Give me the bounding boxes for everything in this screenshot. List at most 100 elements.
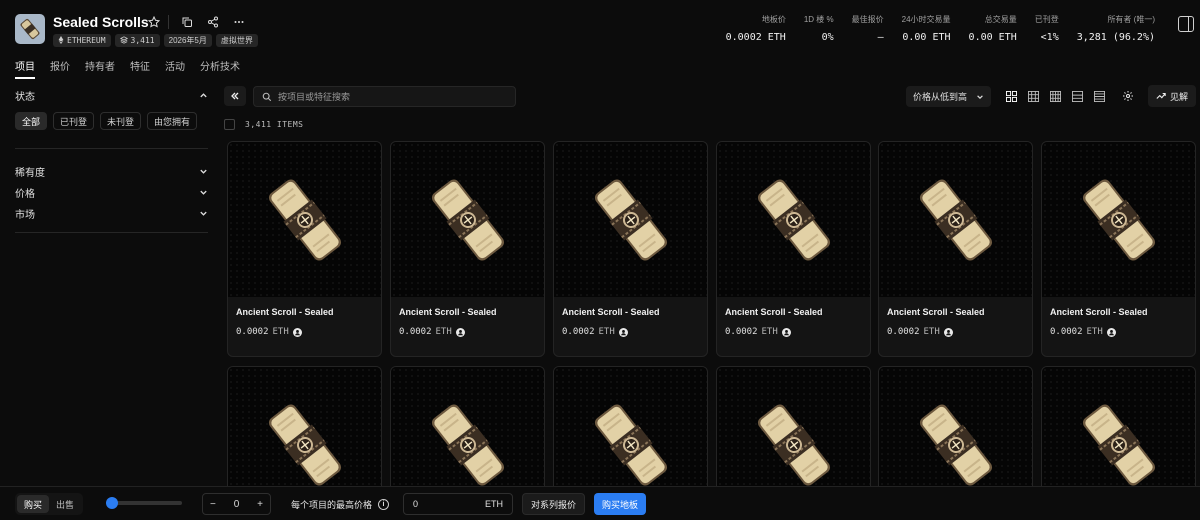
tab-activity[interactable]: 活动 [165,58,185,79]
stat-best-offer: 最佳报价 – [852,14,884,43]
nft-name: Ancient Scroll - Sealed [887,307,985,317]
nft-card[interactable] [390,366,545,486]
max-price-unit: ETH [485,499,503,509]
search-box[interactable] [253,86,516,107]
nft-card[interactable] [227,366,382,486]
collection-logo[interactable] [15,14,45,44]
nft-image[interactable] [717,142,870,297]
quantity-value[interactable]: 0 [234,499,240,510]
max-price-text: 每个项目的最高价格 [291,500,373,510]
max-price-input[interactable]: 0 ETH [403,493,513,515]
nft-image[interactable] [391,367,544,486]
divider [15,148,208,149]
divider [15,232,208,233]
nft-name: Ancient Scroll - Sealed [562,307,660,317]
tab-holders[interactable]: 持有者 [85,58,115,79]
market-filter[interactable]: 市场 [15,206,208,221]
copy-icon[interactable] [179,14,195,30]
category-chip[interactable]: 虚拟世界 [215,34,258,47]
tab-analytics[interactable]: 分析技术 [200,58,240,79]
nft-image[interactable] [1042,142,1195,297]
info-icon[interactable]: i [378,499,390,510]
nft-image[interactable] [879,142,1032,297]
items-summary: 3,411 ITEMS [224,119,303,130]
tab-traits[interactable]: 特征 [130,58,150,79]
nft-price: 0.0002 ETH [725,327,870,337]
price-value: 0.0002 [562,327,595,337]
tab-items[interactable]: 项目 [15,58,35,79]
share-icon[interactable] [205,14,221,30]
buy-floor-button[interactable]: 购买地板 [594,493,646,515]
status-filter-header[interactable]: 状态 [15,88,208,103]
price-filter[interactable]: 价格 [15,185,208,200]
chevron-down-icon [977,94,983,99]
nft-card[interactable]: Ancient Scroll - Sealed 0.0002 ETH [390,141,545,357]
plus-icon[interactable]: + [257,499,263,510]
nft-card[interactable]: Ancient Scroll - Sealed 0.0002 ETH [716,141,871,357]
nft-price: 0.0002 ETH [887,327,1032,337]
stat-label: 总交易量 [984,15,1017,24]
double-chevron-left-icon [231,92,239,100]
list-icon[interactable] [1069,86,1085,106]
insights-label: 见解 [1169,91,1188,102]
status-all-button[interactable]: 全部 [15,112,48,130]
trend-icon [1156,92,1166,99]
stat-value: 0% [821,32,834,43]
collection-offer-button[interactable]: 对系列报价 [522,493,585,515]
status-owned-button[interactable]: 由您拥有 [147,112,198,130]
layers-icon [119,35,128,46]
buy-tab[interactable]: 购买 [17,495,50,513]
collection-name: Sealed Scrolls [53,14,149,30]
chevron-up-icon [198,91,208,101]
panel-toggle-icon[interactable] [1178,16,1194,32]
sell-tab[interactable]: 出售 [49,495,81,513]
max-price-value[interactable]: 0 [413,499,418,509]
status-unlisted-button[interactable]: 未刊登 [100,112,142,130]
minus-icon[interactable]: − [210,499,216,510]
star-icon[interactable] [146,14,162,30]
insights-button[interactable]: 见解 [1148,85,1196,107]
nft-card[interactable]: Ancient Scroll - Sealed 0.0002 ETH [878,141,1033,357]
nft-card[interactable] [878,366,1033,486]
collapse-sidebar-button[interactable] [224,86,246,106]
supply-chip: 3,411 [114,34,160,47]
nft-card[interactable]: Ancient Scroll - Sealed 0.0002 ETH [227,141,382,357]
nft-image[interactable] [1042,367,1195,486]
table-icon[interactable] [1091,86,1107,106]
date-chip: 2026年5月 [163,34,212,47]
nft-image[interactable] [879,367,1032,486]
grid-dense-icon[interactable] [1047,86,1063,106]
nft-card[interactable]: Ancient Scroll - Sealed 0.0002 ETH [1041,141,1196,357]
nft-name: Ancient Scroll - Sealed [1050,307,1148,317]
nft-card[interactable] [553,366,708,486]
sweep-slider[interactable] [106,497,182,509]
more-icon[interactable] [231,14,247,30]
grid-small-icon[interactable] [1025,86,1041,106]
rarity-filter[interactable]: 稀有度 [15,164,208,179]
chevron-down-icon [198,188,208,198]
nft-image[interactable] [228,367,381,486]
nft-card[interactable] [1041,366,1196,486]
gear-icon[interactable] [1118,86,1138,106]
nft-card[interactable] [716,366,871,486]
nft-card[interactable]: Ancient Scroll - Sealed 0.0002 ETH [553,141,708,357]
grid-large-icon[interactable] [1003,86,1019,106]
nft-image[interactable] [717,367,870,486]
stat-label: 已刊登 [1034,15,1059,24]
quantity-stepper: − 0 + [202,493,271,515]
search-input[interactable] [278,91,498,102]
owner-icon [455,327,465,337]
nft-image[interactable] [554,142,707,297]
sort-dropdown[interactable]: 价格从低到高 [906,86,991,107]
tab-offers[interactable]: 报价 [50,58,70,79]
nft-image[interactable] [391,142,544,297]
stat-1d-change: 1D 楼 % 0% [804,14,834,43]
nft-image[interactable] [554,367,707,486]
select-all-checkbox[interactable] [224,119,235,130]
nft-image[interactable] [228,142,381,297]
items-grid: Ancient Scroll - Sealed 0.0002 ETH Ancie… [227,141,1200,486]
sort-label: 价格从低到高 [913,92,968,102]
price-value: 0.0002 [399,327,432,337]
slider-handle[interactable] [106,497,118,509]
status-listed-button[interactable]: 已刊登 [53,112,95,130]
